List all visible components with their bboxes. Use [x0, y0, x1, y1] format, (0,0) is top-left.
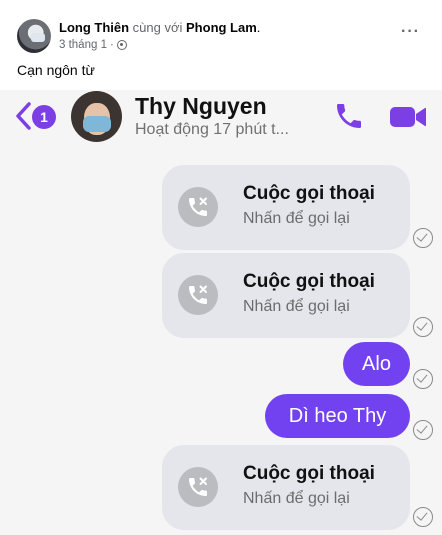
message-list: Cuộc gọi thoại Nhấn để gọi lại Cuộc gọi … — [0, 148, 442, 535]
post-header: Long Thiên cùng với Phong Lam. 3 tháng 1… — [0, 0, 442, 100]
tagged-name[interactable]: Phong Lam — [186, 20, 257, 35]
call-title: Cuộc gọi thoại — [243, 183, 375, 204]
tagged-suffix: . — [256, 20, 261, 35]
post-caption: Cạn ngôn từ — [17, 62, 95, 78]
author-name[interactable]: Long Thiên — [59, 20, 129, 35]
missed-call-icon — [178, 467, 218, 507]
seen-check-icon — [413, 369, 433, 389]
author-avatar[interactable] — [17, 19, 51, 53]
avatar-mask — [83, 116, 111, 132]
message-bubble[interactable]: Alo — [343, 342, 410, 386]
call-subtitle: Nhấn để gọi lại — [243, 210, 350, 227]
globe-icon — [116, 40, 127, 50]
call-bubble[interactable]: Cuộc gọi thoại Nhấn để gọi lại — [162, 445, 410, 530]
chat-header: 1 Thy Nguyen Hoạt động 17 phút t... — [0, 90, 442, 145]
post-time[interactable]: 3 tháng 1 — [59, 39, 107, 51]
call-subtitle: Nhấn để gọi lại — [243, 490, 350, 507]
message-bubble[interactable]: Dì heo Thy — [265, 394, 410, 438]
seen-check-icon — [413, 228, 433, 248]
phone-icon[interactable] — [333, 100, 365, 132]
post-dot: · — [109, 39, 114, 51]
missed-call-icon — [178, 187, 218, 227]
call-title: Cuộc gọi thoại — [243, 271, 375, 292]
contact-avatar[interactable] — [71, 91, 122, 142]
call-subtitle: Nhấn để gọi lại — [243, 298, 350, 315]
video-camera-icon[interactable] — [389, 105, 427, 129]
call-bubble[interactable]: Cuộc gọi thoại Nhấn để gọi lại — [162, 253, 410, 338]
post-meta: Long Thiên cùng với Phong Lam. — [59, 20, 260, 35]
seen-check-icon — [413, 317, 433, 337]
unread-badge: 1 — [32, 105, 56, 129]
call-title: Cuộc gọi thoại — [243, 463, 375, 484]
seen-check-icon — [413, 420, 433, 440]
post-subline: 3 tháng 1 · — [59, 39, 127, 51]
call-bubble[interactable]: Cuộc gọi thoại Nhấn để gọi lại — [162, 165, 410, 250]
more-icon[interactable]: ··· — [401, 24, 420, 40]
back-arrow-icon[interactable] — [14, 101, 32, 131]
messenger-screenshot: 1 Thy Nguyen Hoạt động 17 phút t... Cuộc… — [0, 90, 442, 535]
seen-check-icon — [413, 507, 433, 527]
with-text: cùng với — [132, 20, 183, 35]
contact-name[interactable]: Thy Nguyen — [135, 93, 267, 120]
missed-call-icon — [178, 275, 218, 315]
contact-status: Hoạt động 17 phút t... — [135, 121, 289, 138]
